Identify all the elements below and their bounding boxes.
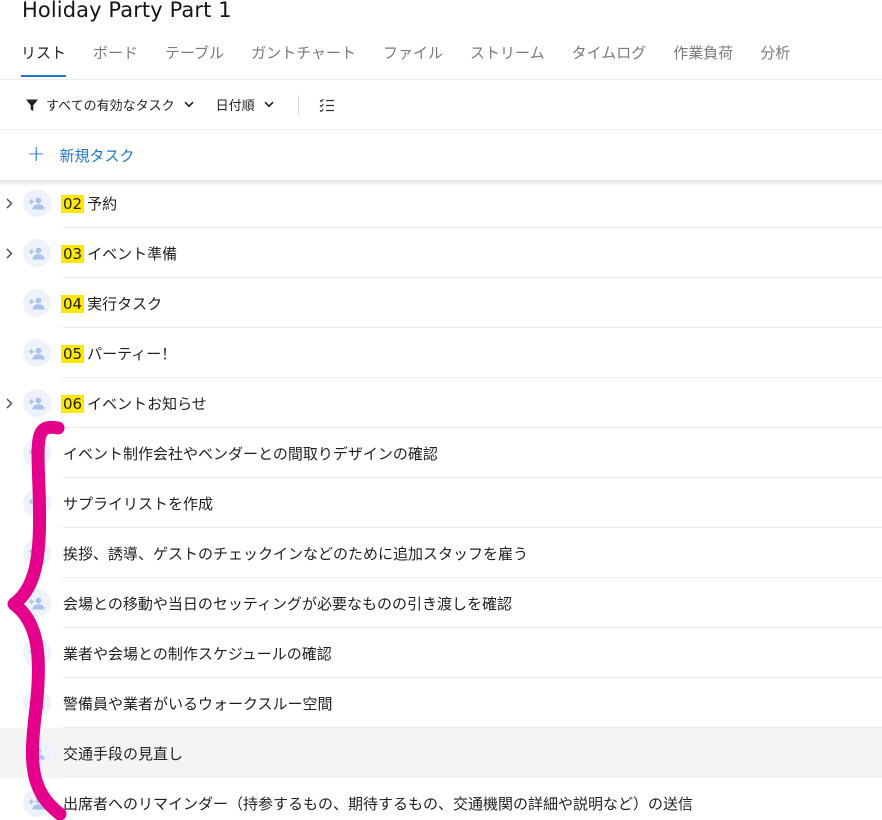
assign-user-icon[interactable] [23,789,51,817]
chevron-right-icon[interactable] [4,397,14,409]
task-title: 挨拶、誘導、ゲストのチェックインなどのために追加スタッフを雇う [63,544,529,563]
section-row[interactable]: 03 イベント準備 [0,228,882,278]
header-shadow [0,180,882,187]
section-name: 実行タスク [87,294,163,313]
tab-stream[interactable]: ストリーム [470,37,545,79]
chevron-down-icon [184,101,194,108]
assign-user-icon[interactable] [23,189,51,217]
assign-user-icon[interactable] [23,489,51,517]
assign-user-icon[interactable] [23,289,51,317]
assign-user-icon[interactable] [23,539,51,567]
task-row[interactable]: 業者や会場との制作スケジュールの確認 [0,628,882,678]
assign-user-icon[interactable] [23,689,51,717]
section-name: イベントお知らせ [87,394,207,413]
chevron-down-icon [264,101,274,108]
section-row[interactable]: 05 パーティー！ [0,328,882,378]
tab-workload[interactable]: 作業負荷 [673,37,733,79]
section-number: 05 [61,344,85,363]
section-row[interactable]: 06 イベントお知らせ [0,378,882,428]
sort-label: 日付順 [215,99,255,114]
chevron-right-icon[interactable] [4,197,14,209]
toolbar-separator [297,94,299,115]
section-number: 03 [61,244,85,263]
view-tabs: リスト ボード テーブル ガントチャート ファイル ストリーム タイムログ 作業… [0,37,882,79]
task-title: 出席者へのリマインダー（持参するもの、期待するもの、交通機関の詳細や説明など）の… [63,794,694,813]
tab-list[interactable]: リスト [21,37,67,79]
assign-user-icon[interactable] [23,239,51,267]
section-name: イベント準備 [87,244,178,263]
assign-user-icon[interactable] [23,389,51,417]
tab-analytics[interactable]: 分析 [760,37,790,79]
tab-timelog[interactable]: タイムログ [572,37,647,79]
tab-gantt[interactable]: ガントチャート [251,37,356,79]
task-title: 業者や会場との制作スケジュールの確認 [63,644,332,663]
section-name: 予約 [87,194,118,213]
section-row[interactable]: 04 実行タスク [0,278,882,328]
assign-user-icon[interactable] [23,589,51,617]
sort-dropdown[interactable]: 日付順 [216,95,274,114]
funnel-icon [26,99,38,111]
task-title: イベント制作会社やベンダーとの間取りデザインの確認 [63,444,438,463]
task-title: 警備員や業者がいるウォークスルー空間 [63,694,333,713]
task-row[interactable]: 警備員や業者がいるウォークスルー空間 [0,678,882,728]
task-row[interactable]: イベント制作会社やベンダーとの間取りデザインの確認 [0,428,882,478]
section-title: 04 実行タスク [61,293,162,314]
task-title: 会場との移動や当日のセッティングが必要なものの引き渡しを確認 [63,594,512,613]
task-title: サプライリストを作成 [63,494,214,513]
filter-label: すべての有効なタスク [46,99,175,114]
checklist-icon [319,98,334,112]
assign-user-icon[interactable] [23,339,51,367]
new-task-label: 新規タスク [59,146,135,165]
section-title: 06 イベントお知らせ [61,393,207,414]
section-title: 05 パーティー！ [61,343,176,364]
task-title: 交通手段の見直し [63,744,184,763]
section-number: 04 [61,294,85,313]
tab-table[interactable]: テーブル [165,37,224,79]
task-row[interactable]: 交通手段の見直し [0,728,882,778]
new-task-button[interactable]: + 新規タスク [0,130,882,180]
assign-user-icon[interactable] [23,439,51,467]
tab-board[interactable]: ボード [93,37,138,79]
tab-files[interactable]: ファイル [383,37,443,79]
section-name: パーティー！ [87,344,177,363]
assign-user-icon[interactable] [23,639,51,667]
task-row[interactable]: 挨拶、誘導、ゲストのチェックインなどのために追加スタッフを雇う [0,528,882,578]
plus-icon: + [27,142,46,167]
task-row[interactable]: 会場との移動や当日のセッティングが必要なものの引き渡しを確認 [0,578,882,628]
section-title: 03 イベント準備 [61,243,177,264]
task-row[interactable]: 出席者へのリマインダー（持参するもの、期待するもの、交通機関の詳細や説明など）の… [0,778,882,820]
view-options-button[interactable] [319,98,335,112]
task-list: 02 予約 03 イベント準備 04 実行タスク 05 パーティー！ 06 イベントお知ら… [0,178,882,820]
section-title: 02 予約 [61,193,117,214]
section-number: 02 [61,194,85,213]
toolbar: すべての有効なタスク 日付順 [0,80,882,129]
filter-dropdown[interactable]: すべての有効なタスク [25,95,194,114]
task-row[interactable]: サプライリストを作成 [0,478,882,528]
chevron-right-icon[interactable] [4,247,14,259]
assign-user-icon[interactable] [23,739,51,767]
section-number: 06 [61,394,85,413]
project-title: Holiday Party Part 1 [22,0,232,22]
